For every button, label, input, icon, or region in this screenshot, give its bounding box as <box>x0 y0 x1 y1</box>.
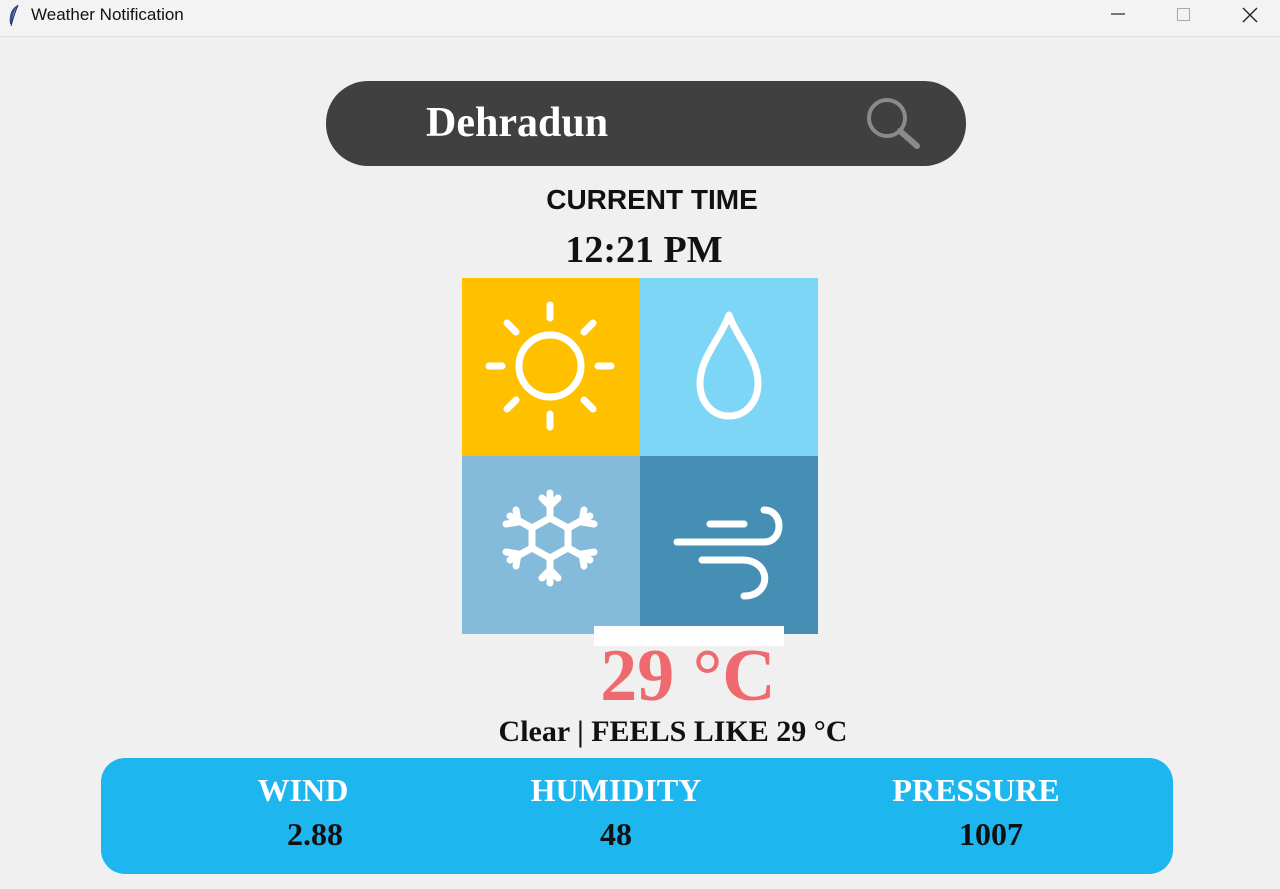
maximize-icon <box>1176 7 1191 22</box>
wind-label: WIND <box>257 772 349 808</box>
stats-panel: WIND 2.88 HUMIDITY 48 PRESSURE 1007 <box>101 758 1173 874</box>
wind-value: 2.88 <box>287 816 343 852</box>
humidity-value: 48 <box>600 816 632 852</box>
maximize-button[interactable] <box>1150 0 1216 30</box>
close-button[interactable] <box>1216 0 1280 30</box>
window-title: Weather Notification <box>31 5 184 24</box>
search-button[interactable] <box>862 93 924 155</box>
weather-logo <box>462 278 818 634</box>
search-icon <box>867 98 920 149</box>
minimize-button[interactable] <box>1084 0 1150 30</box>
humidity-label: HUMIDITY <box>530 772 702 808</box>
city-search-input[interactable] <box>426 95 826 151</box>
minimize-icon <box>1111 13 1125 15</box>
pressure-label: PRESSURE <box>892 772 1060 808</box>
search-bar <box>326 81 966 166</box>
title-bar: Weather Notification <box>0 0 1280 37</box>
feather-icon <box>9 4 19 27</box>
current-time-value: 12:21 PM <box>565 229 723 271</box>
drop-tile <box>640 278 818 456</box>
current-time-label: CURRENT TIME <box>546 184 758 215</box>
close-icon <box>1242 7 1258 23</box>
pressure-value: 1007 <box>959 816 1023 852</box>
temperature-value: 29 °C <box>600 635 776 717</box>
snow-tile <box>462 456 640 634</box>
condition-feels-like: Clear | FEELS LIKE 29 °C <box>498 715 848 748</box>
